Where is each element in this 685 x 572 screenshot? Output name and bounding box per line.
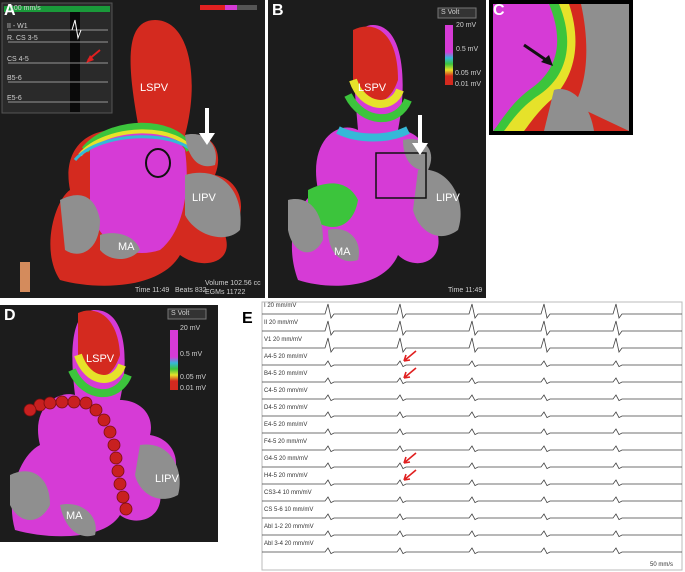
- lipv-label: LIPV: [155, 473, 179, 485]
- scale-mid: 0.5 mV: [180, 351, 203, 358]
- trace-line: [262, 530, 682, 538]
- red-arrow-icon: [403, 350, 417, 362]
- panel-e: E I 20 mm/mV II 20 mm/mV V1 20 mm/mV A4-5 2…: [242, 300, 685, 572]
- trace-line: [262, 462, 682, 470]
- panel-b-map: [288, 7, 477, 286]
- panel-b: B LSPV LIPV MA S Volt 20 mV 0.5 mV 0.05 …: [268, 0, 486, 298]
- trace-label: B4-5 20 mm/mV: [264, 371, 308, 377]
- trace-label: CS3-4 10 mm/mV: [264, 490, 312, 496]
- volt-dropdown[interactable]: S Volt: [441, 9, 459, 16]
- red-arrow-icon: [403, 452, 417, 464]
- footer-time: Time 11:49: [448, 287, 483, 294]
- panel-a: A LSPV LIPV MA 100 mm/s II - W1 R. CS 3-…: [0, 0, 265, 298]
- trace-label: II 20 mm/mV: [264, 320, 299, 326]
- scale-bottom: 0.01 mV: [180, 385, 207, 392]
- panel-c: C: [489, 0, 633, 135]
- trace-label: CS 5-6 10 mm/mV: [264, 507, 314, 513]
- ma-label: MA: [66, 510, 83, 522]
- trace-line: [262, 445, 682, 453]
- trace-label: Abl 3-4 20 mm/mV: [264, 541, 314, 547]
- footer-time: Time 11:49: [135, 287, 170, 294]
- scale-low: 0.05 mV: [180, 374, 207, 381]
- trace-line: [262, 360, 682, 368]
- ecg-speed: 100 mm/s: [10, 5, 41, 12]
- ecg-tracings: [261, 301, 683, 571]
- trace-label: C4-5 20 mm/mV: [264, 388, 308, 394]
- trace-label: A4-5 20 mm/mV: [264, 354, 308, 360]
- lipv-label: LIPV: [436, 192, 460, 204]
- trace-label: V1 20 mm/mV: [264, 337, 303, 343]
- lipv-label: LIPV: [192, 192, 216, 204]
- trace-line: [262, 320, 682, 336]
- panel-label: D: [4, 307, 16, 324]
- trace-label: Abl 1-2 20 mm/mV: [264, 524, 314, 530]
- lspv-label: LSPV: [358, 82, 387, 94]
- footer-beats: Beats 832: [175, 287, 207, 294]
- ecg-lead: B5-6: [7, 75, 22, 82]
- scale-top: 20 mV: [456, 22, 477, 29]
- trace-line: [262, 479, 682, 487]
- scale-top: 20 mV: [180, 325, 201, 332]
- panel-label: B: [272, 2, 284, 19]
- ecg-lead: R. CS 3-5: [7, 35, 38, 42]
- red-arrow-icon: [403, 469, 417, 481]
- trace-line: [262, 337, 682, 353]
- trace-line: [262, 377, 682, 385]
- trace-line: [262, 513, 682, 521]
- ma-label: MA: [334, 246, 351, 258]
- scale-bottom: 0.01 mV: [455, 81, 482, 88]
- panel-label: C: [493, 2, 505, 19]
- trace-line: [262, 303, 682, 319]
- footer-volume: Volume 102.56 cc: [205, 280, 261, 287]
- trace-line: [262, 428, 682, 436]
- trace-line: [262, 411, 682, 419]
- trace-line: [262, 394, 682, 402]
- red-arrow-icon: [403, 367, 417, 379]
- panel-a-map: [1, 2, 257, 292]
- trace-line: [262, 547, 682, 555]
- ecg-lead: E5-6: [7, 95, 22, 102]
- trace-label: G4-5 20 mm/mV: [264, 456, 309, 462]
- ecg-lead: CS 4-5: [7, 56, 29, 63]
- trace-label: D4-5 20 mm/mV: [264, 405, 308, 411]
- panel-d-map: [10, 308, 207, 537]
- trace-line: [262, 496, 682, 504]
- trace-label: F4-5 20 mm/mV: [264, 439, 308, 445]
- volt-dropdown[interactable]: S Volt: [171, 310, 189, 317]
- scale-mid: 0.5 mV: [456, 46, 479, 53]
- lspv-label: LSPV: [140, 82, 169, 94]
- ma-label: MA: [118, 241, 135, 253]
- trace-label: E4-5 20 mm/mV: [264, 422, 308, 428]
- ecg-lead: II - W1: [7, 23, 28, 30]
- panel-d: D LSPV LIPV MA S Volt 20 mV 0.5 mV 0.05 …: [0, 305, 218, 542]
- scale-low: 0.05 mV: [455, 70, 482, 77]
- panel-c-zoom: [493, 4, 629, 131]
- trace-label: H4-5 20 mm/mV: [264, 473, 308, 479]
- lspv-label: LSPV: [86, 353, 115, 365]
- panel-label: E: [242, 310, 253, 327]
- footer-egms: EGMs 11722: [205, 289, 246, 296]
- paper-speed: 50 mm/s: [650, 562, 674, 568]
- trace-label: I 20 mm/mV: [264, 303, 297, 309]
